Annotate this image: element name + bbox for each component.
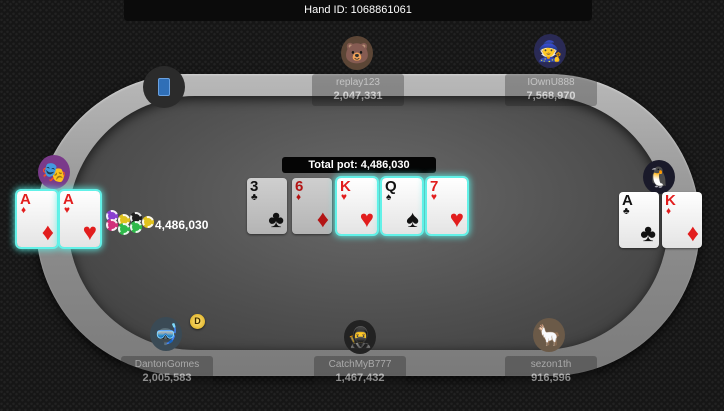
card-suit-small: ♠ (386, 192, 392, 203)
playing-card: Q ♠ ♠ (382, 178, 422, 234)
hand-id-bar: Hand ID: 1068861061 (124, 0, 592, 21)
ninja-avatar-icon: 🥷 (344, 320, 376, 354)
seat-iownu888[interactable]: IOwnU888 7,568,970 (505, 74, 597, 106)
chip (106, 219, 118, 231)
card-suit: ♦ (41, 219, 54, 246)
hero-bet-amount: 4,486,030 (155, 218, 209, 232)
card-suit: ♥ (449, 206, 464, 233)
playing-card: A ♣ ♣ (619, 192, 659, 248)
dealer-button-icon: D (190, 314, 205, 329)
card-suit: ♥ (82, 219, 97, 246)
seat-sezon1th[interactable]: sezon1th 916,596 (505, 356, 597, 388)
penguin-avatar-icon: 🐧 (643, 160, 675, 194)
playing-card: A ♥ ♥ (60, 191, 100, 247)
card-suit: ♣ (640, 220, 656, 247)
seat-replay123[interactable]: replay123 2,047,331 (312, 74, 404, 106)
card-suit: ♥ (359, 206, 374, 233)
carnival-avatar-icon: 🎭 (38, 155, 70, 189)
wizard-avatar-icon: 🧙 (534, 34, 566, 68)
card-suit-small: ♦ (21, 205, 27, 216)
player-name: CatchMyB777 (328, 359, 392, 370)
playing-card: K ♦ ♦ (662, 192, 702, 248)
chip (130, 221, 142, 233)
llama-avatar-icon: 🦙 (533, 318, 565, 352)
total-pot-label: Total pot: 4,486,030 (282, 157, 436, 173)
card-suit-small: ♦ (296, 192, 302, 203)
bear-avatar-icon: 🐻 (341, 36, 373, 70)
card-suit-small: ♥ (64, 205, 70, 216)
card-suit-small: ♥ (431, 192, 437, 203)
chip (118, 223, 130, 235)
player-name: DantonGomes (134, 359, 200, 370)
player-stack: 2,005,583 (142, 372, 192, 384)
seat-catchmyb777[interactable]: CatchMyB777 1,467,432 (314, 356, 406, 388)
phone-icon[interactable] (143, 66, 185, 108)
playing-card: 3 ♣ ♣ (247, 178, 287, 234)
playing-card: 7 ♥ ♥ (427, 178, 467, 234)
player-stack: 2,047,331 (333, 90, 383, 102)
playing-card: 6 ♦ ♦ (292, 178, 332, 234)
playing-card: K ♥ ♥ (337, 178, 377, 234)
diver-avatar-icon: 🤿 (150, 317, 182, 351)
player-name: sezon1th (530, 359, 572, 370)
player-name: replay123 (336, 77, 380, 88)
player-stack: 916,596 (531, 372, 571, 384)
player-stack: 1,467,432 (335, 372, 385, 384)
chip-stack (104, 206, 154, 246)
seat-dantongomes[interactable]: DantonGomes 2,005,583 (121, 356, 213, 388)
player-name: IOwnU888 (527, 77, 575, 88)
card-suit: ♠ (406, 206, 419, 233)
player-stack: 7,568,970 (526, 90, 576, 102)
chip (142, 216, 154, 228)
card-suit-small: ♣ (623, 206, 630, 217)
card-suit-small: ♦ (666, 206, 672, 217)
card-suit-small: ♣ (251, 192, 258, 203)
card-suit-small: ♥ (341, 192, 347, 203)
playing-card: A ♦ ♦ (17, 191, 57, 247)
card-suit: ♦ (316, 206, 329, 233)
card-suit: ♦ (686, 220, 699, 247)
card-suit: ♣ (268, 206, 284, 233)
